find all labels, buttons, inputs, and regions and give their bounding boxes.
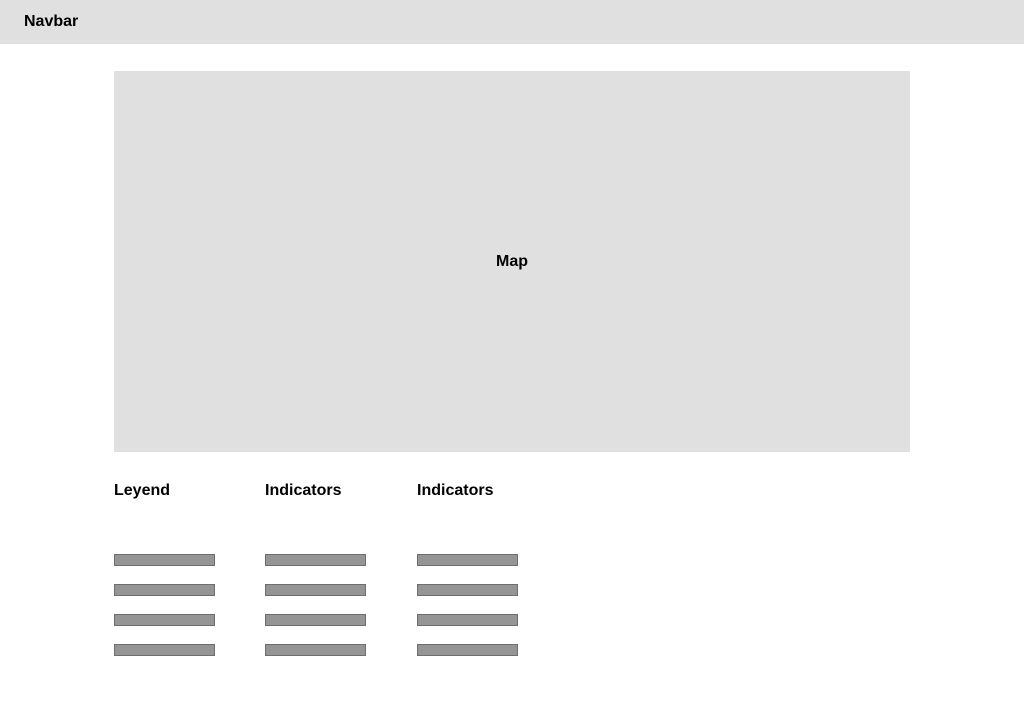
indicators-title-2: Indicators	[417, 482, 494, 499]
navbar: Navbar	[0, 0, 1024, 44]
legend-bar	[114, 614, 215, 626]
legend-column: Leyend	[114, 482, 215, 656]
map-panel[interactable]: Map	[114, 71, 910, 452]
indicator-bar	[417, 584, 518, 596]
legend-title: Leyend	[114, 482, 171, 499]
indicators-title-1: Indicators	[265, 482, 342, 499]
indicator-bar	[417, 644, 518, 656]
indicator-bar	[417, 554, 518, 566]
indicators-bars-2	[417, 554, 518, 674]
indicator-bar	[265, 554, 366, 566]
map-label: Map	[496, 252, 528, 270]
indicators-column-1: Indicators	[265, 482, 366, 656]
indicator-bar	[417, 614, 518, 626]
legend-bar	[114, 644, 215, 656]
indicator-bar	[265, 584, 366, 596]
indicators-column-2: Indicators	[417, 482, 518, 656]
indicators-bars-1	[265, 554, 366, 674]
legend-bar	[114, 554, 215, 566]
legend-bars	[114, 554, 215, 674]
indicator-bar	[265, 644, 366, 656]
legend-bar	[114, 584, 215, 596]
indicator-bar	[265, 614, 366, 626]
navbar-title: Navbar	[24, 13, 79, 30]
